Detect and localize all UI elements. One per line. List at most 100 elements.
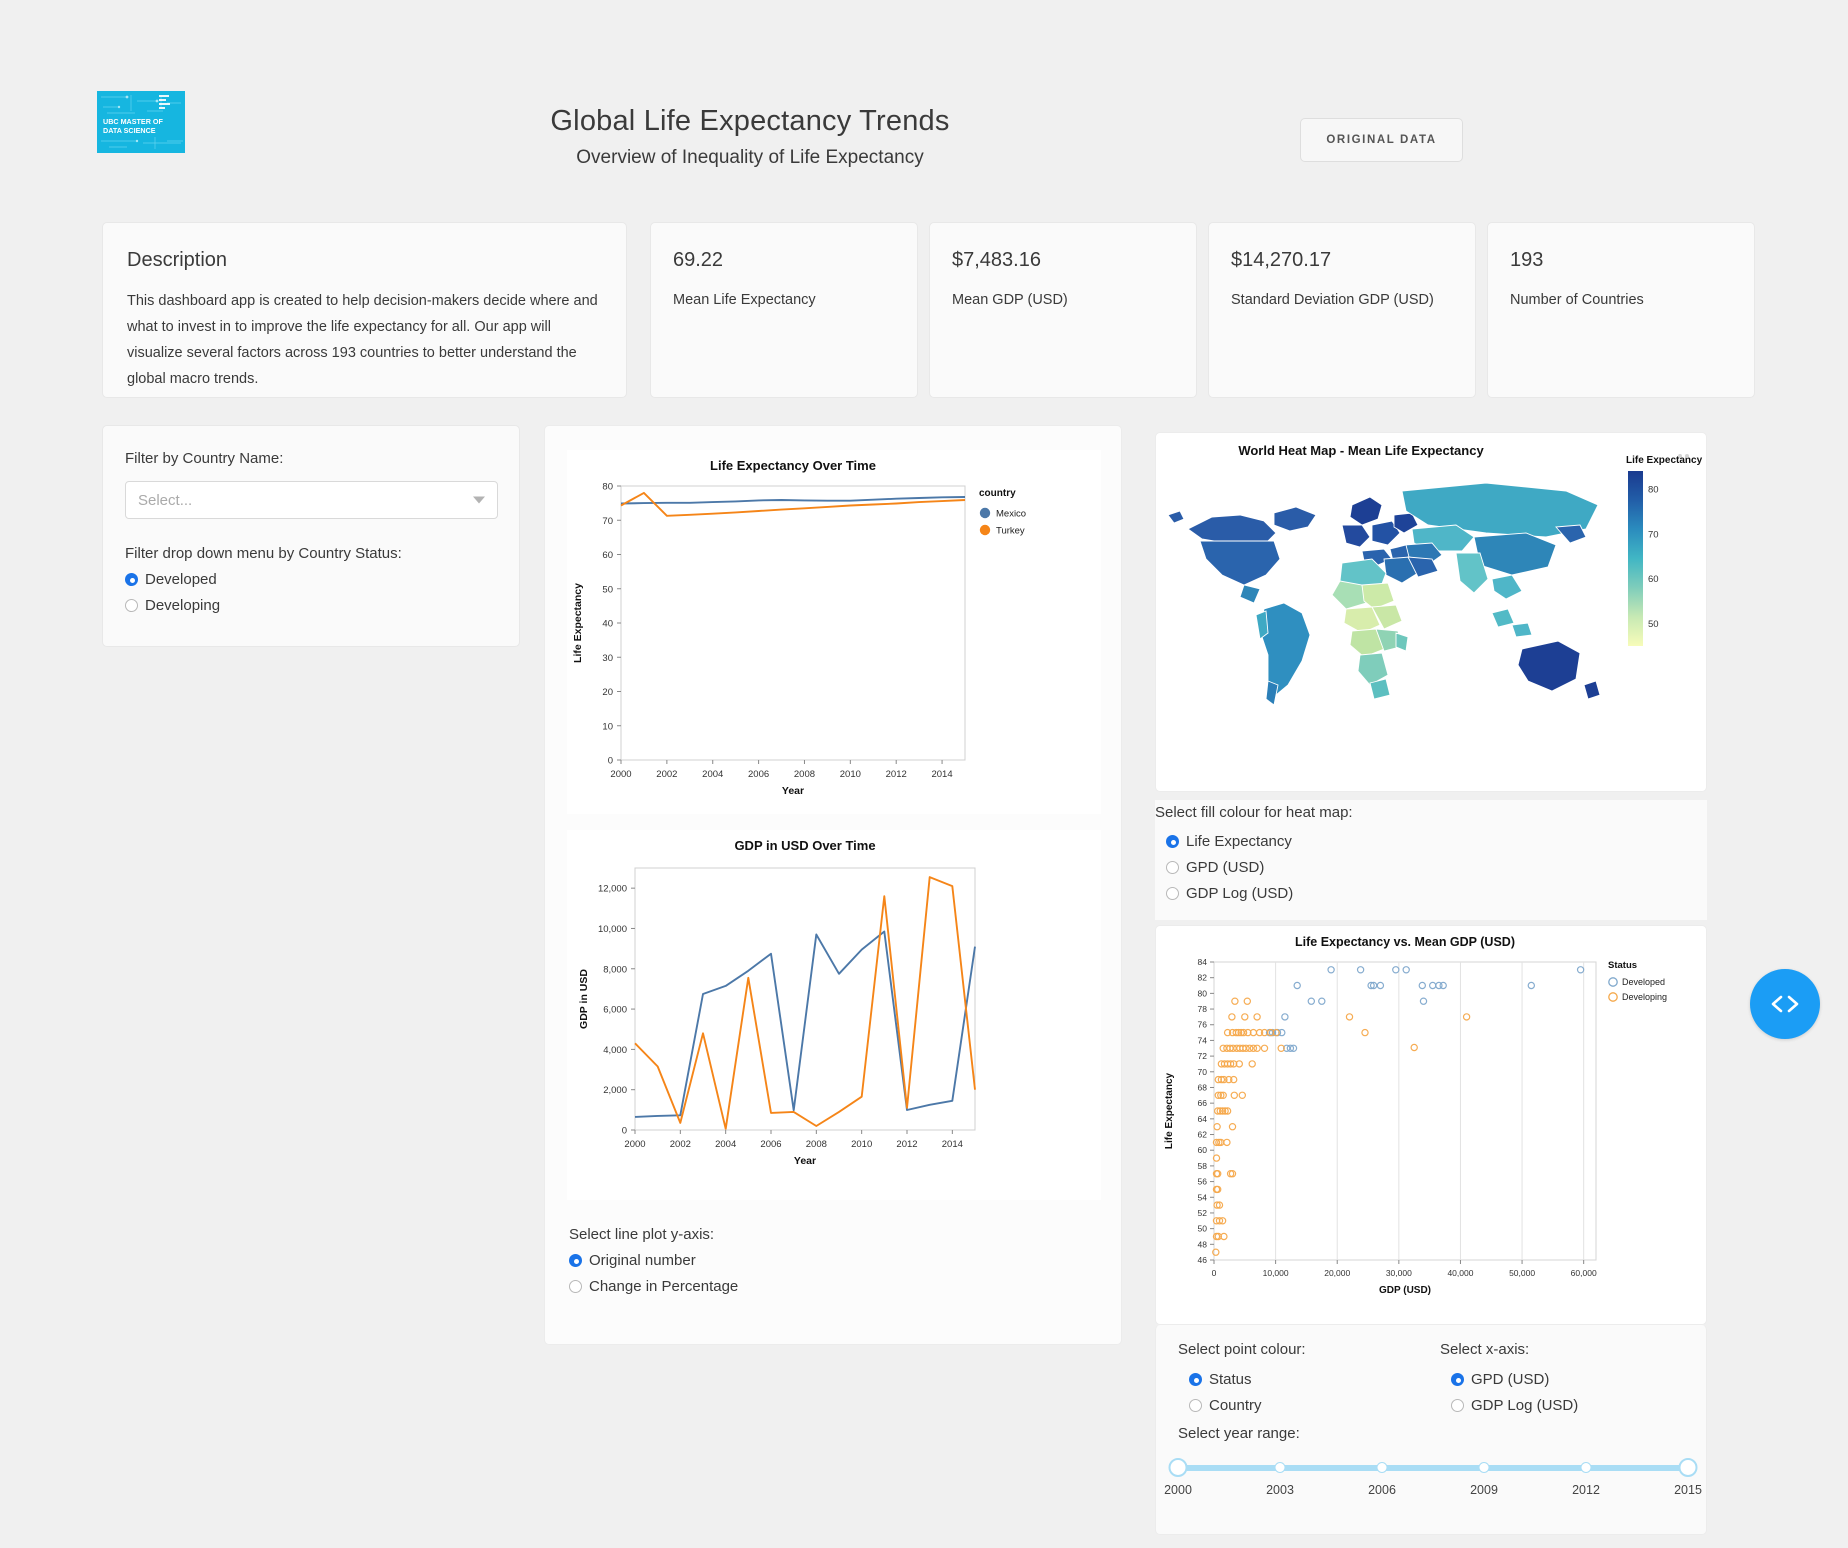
svg-text:60,000: 60,000	[1571, 1268, 1597, 1278]
life-expectancy-chart-svg: Life Expectancy Over Time 0 10 20 30 40 50 60 70…	[572, 458, 1026, 797]
svg-text:2006: 2006	[760, 1139, 781, 1150]
svg-text:10: 10	[602, 721, 613, 732]
heatmap-fill-control-group: Select fill colour for heat map: Life Ex…	[1155, 800, 1707, 920]
yaxis-control-group: Select line plot y-axis: Original number…	[569, 1226, 738, 1295]
stat-value: $7,483.16	[952, 249, 1041, 271]
svg-text:GDP in USD Over Time: GDP in USD Over Time	[734, 838, 875, 853]
svg-text:50,000: 50,000	[1509, 1268, 1535, 1278]
radio-label: GDP Log (USD)	[1471, 1397, 1579, 1414]
radio-icon	[1166, 835, 1179, 848]
gdp-chart-svg: GDP in USD Over Time 0 2,000 4,000 6,000 8,00…	[578, 838, 976, 1167]
line-charts-panel: Life Expectancy Over Time 0 10 20 30 40 50 60 70…	[544, 425, 1122, 1345]
svg-text:2,000: 2,000	[603, 1085, 627, 1096]
slider-tick-marker	[1274, 1461, 1286, 1473]
page-subtitle: Overview of Inequality of Life Expectanc…	[576, 147, 924, 168]
svg-text:64: 64	[1198, 1114, 1208, 1124]
slider-tick-marker	[1376, 1461, 1388, 1473]
svg-text:Life Expectancy Over Time: Life Expectancy Over Time	[710, 458, 876, 473]
svg-text:70: 70	[602, 516, 613, 527]
code-toggle-fab-button[interactable]	[1750, 969, 1820, 1039]
yaxis-radio-original[interactable]: Original number	[569, 1252, 738, 1269]
svg-text:2008: 2008	[806, 1139, 827, 1150]
description-text: This dashboard app is created to help de…	[127, 293, 598, 387]
slider-handle[interactable]	[1168, 1458, 1188, 1477]
description-title: Description	[127, 249, 228, 271]
svg-text:78: 78	[1198, 1004, 1208, 1014]
svg-text:Turkey: Turkey	[996, 526, 1025, 537]
radio-label: GPD (USD)	[1186, 859, 1265, 876]
svg-text:74: 74	[1198, 1035, 1208, 1045]
slider-track[interactable]: 2000 2003 2006 2009 2012 2015	[1164, 1458, 1702, 1497]
slider-tick-label: 2009	[1470, 1483, 1498, 1497]
svg-text:60: 60	[602, 550, 613, 561]
svg-text:Life Expectancy: Life Expectancy	[572, 583, 584, 663]
radio-label: Country	[1209, 1397, 1262, 1414]
radio-icon	[1451, 1399, 1464, 1412]
stat-label: Mean Life Expectancy	[673, 292, 816, 308]
heatmap-fill-label: Select fill colour for heat map:	[1155, 804, 1353, 821]
stat-label: Number of Countries	[1510, 292, 1644, 308]
point-colour-radio-country[interactable]: Country	[1189, 1397, 1306, 1414]
radio-icon	[1189, 1373, 1202, 1386]
svg-text:6,000: 6,000	[603, 1005, 627, 1016]
original-data-button[interactable]: ORIGINAL DATA	[1300, 118, 1463, 162]
slider-handle[interactable]	[1678, 1458, 1698, 1477]
svg-text:Life Expectancy: Life Expectancy	[1164, 1072, 1175, 1149]
title-block: Global Life Expectancy Trends Overview o…	[0, 105, 1500, 169]
svg-text:60: 60	[1648, 574, 1659, 585]
xaxis-radio-gpd[interactable]: GPD (USD)	[1451, 1371, 1578, 1388]
svg-text:82: 82	[1198, 973, 1208, 983]
svg-text:2000: 2000	[610, 769, 631, 780]
svg-text:2002: 2002	[656, 769, 677, 780]
svg-text:4,000: 4,000	[603, 1045, 627, 1056]
svg-text:72: 72	[1198, 1051, 1208, 1061]
svg-text:2012: 2012	[896, 1139, 917, 1150]
svg-text:60: 60	[1198, 1145, 1208, 1155]
radio-label: Developing	[145, 597, 221, 614]
svg-text:50: 50	[1198, 1224, 1208, 1234]
svg-text:20,000: 20,000	[1324, 1268, 1350, 1278]
radio-icon	[569, 1280, 582, 1293]
svg-text:66: 66	[1198, 1098, 1208, 1108]
stat-value: $14,270.17	[1231, 249, 1332, 271]
svg-text:50: 50	[602, 584, 613, 595]
slider-tick-marker	[1478, 1461, 1490, 1473]
svg-text:48: 48	[1198, 1239, 1208, 1249]
point-colour-radio-status[interactable]: Status	[1189, 1371, 1306, 1388]
yaxis-control-label: Select line plot y-axis:	[569, 1226, 715, 1243]
radio-icon	[1451, 1373, 1464, 1386]
heatmap-radio-life-expectancy[interactable]: Life Expectancy	[1166, 833, 1707, 850]
svg-text:2008: 2008	[794, 769, 815, 780]
status-radio-developed[interactable]: Developed	[125, 571, 497, 588]
heatmap-radio-gdp-log[interactable]: GDP Log (USD)	[1166, 885, 1707, 902]
xaxis-control-group: Select x-axis: GPD (USD) GDP Log (USD)	[1440, 1341, 1578, 1414]
svg-text:20: 20	[602, 687, 613, 698]
point-colour-control-group: Select point colour: Status Country	[1178, 1341, 1306, 1414]
world-heat-map-card: World Heat Map - Mean Life Expectancy Lif…	[1155, 432, 1707, 792]
yaxis-radio-percentage[interactable]: Change in Percentage	[569, 1278, 738, 1295]
radio-label: Original number	[589, 1252, 696, 1269]
svg-text:2004: 2004	[702, 769, 723, 780]
svg-text:2014: 2014	[931, 769, 952, 780]
country-filter-label: Filter by Country Name:	[125, 450, 284, 467]
svg-text:50: 50	[1648, 619, 1659, 630]
heatmap-radio-gpd[interactable]: GPD (USD)	[1166, 859, 1707, 876]
map-options-menu-icon[interactable]	[1670, 443, 1696, 469]
country-select[interactable]: Select...	[125, 481, 498, 519]
status-radio-developing[interactable]: Developing	[125, 597, 497, 614]
page-title: Global Life Expectancy Trends	[550, 105, 950, 137]
summary-cards-row: Description This dashboard app is create…	[0, 222, 1848, 398]
year-range-slider[interactable]: 2000 2003 2006 2009 2012 2015	[1164, 1458, 1702, 1497]
radio-label: GPD (USD)	[1471, 1371, 1550, 1388]
radio-icon	[1189, 1399, 1202, 1412]
svg-text:58: 58	[1198, 1161, 1208, 1171]
svg-text:2000: 2000	[624, 1139, 645, 1150]
xaxis-radio-gdp-log[interactable]: GDP Log (USD)	[1451, 1397, 1578, 1414]
svg-text:80: 80	[1648, 484, 1659, 495]
year-range-label: Select year range:	[1178, 1425, 1300, 1442]
scatter-controls-panel: Select point colour: Status Country Sele…	[1155, 1325, 1707, 1535]
svg-text:56: 56	[1198, 1177, 1208, 1187]
svg-text:70: 70	[1198, 1067, 1208, 1077]
svg-text:Developing: Developing	[1622, 992, 1667, 1002]
filter-panel: Filter by Country Name: Select... Filter…	[102, 425, 520, 647]
